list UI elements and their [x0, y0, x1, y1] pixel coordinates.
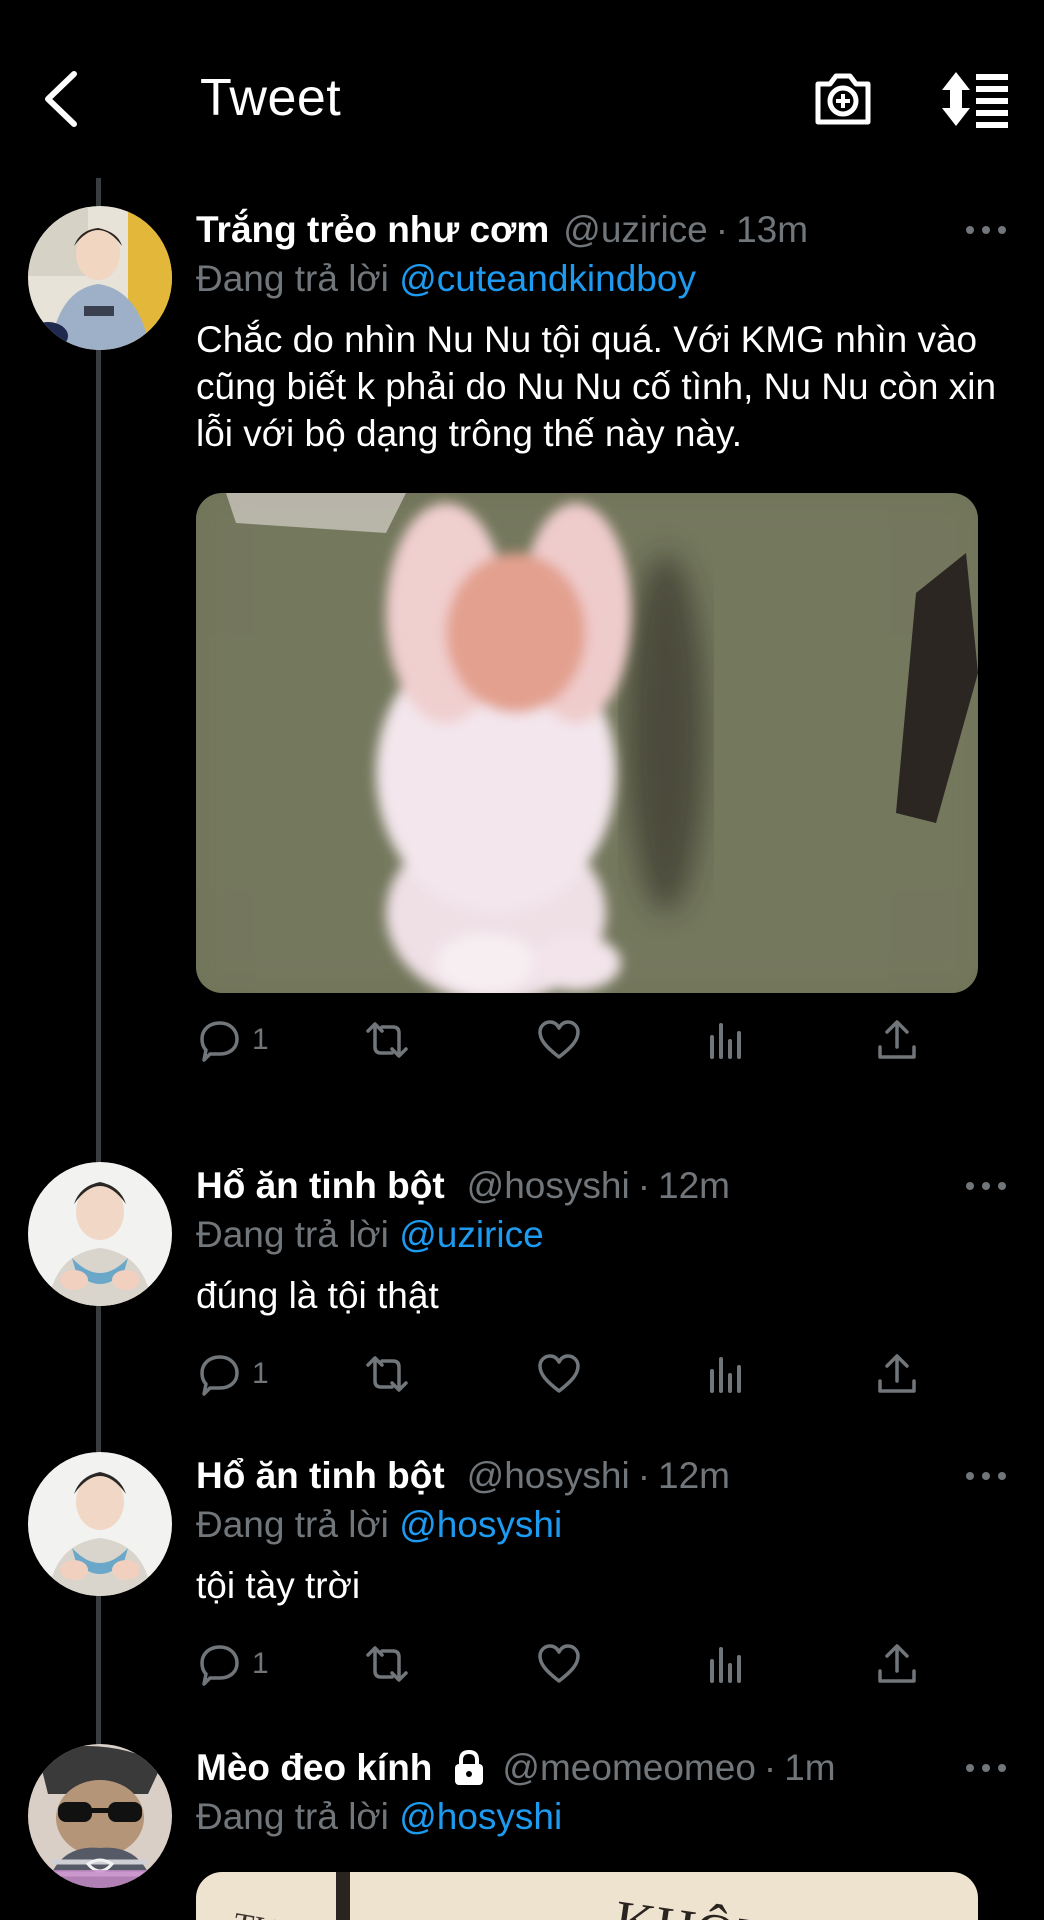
- more-icon: [966, 226, 1006, 234]
- share-icon: [878, 1354, 916, 1393]
- tweet-text: Chắc do nhìn Nu Nu tội quá. Với KMG nhìn…: [196, 319, 997, 454]
- tweet-text: tội tày trời: [196, 1565, 361, 1606]
- back-icon: [45, 71, 77, 127]
- views-button[interactable]: [704, 1347, 750, 1401]
- mention-link[interactable]: @hosyshi: [399, 1796, 562, 1837]
- top-bar: Tweet: [0, 0, 1044, 175]
- replying-to: Đang trả lời @uzirice: [196, 1210, 1006, 1260]
- like-icon: [538, 1644, 580, 1683]
- reply-count: 1: [252, 1357, 269, 1390]
- views-icon: [710, 1023, 741, 1059]
- tweet-text: đúng là tội thật: [196, 1275, 439, 1316]
- tweet-image[interactable]: KHÔNG TICH: [196, 1872, 978, 1920]
- tweet-actions: 1: [196, 1637, 1006, 1697]
- reply-button[interactable]: 1: [196, 1013, 269, 1067]
- like-icon: [538, 1020, 580, 1059]
- like-button[interactable]: [536, 1013, 582, 1067]
- camera-plus-icon: [815, 73, 871, 125]
- like-button[interactable]: [536, 1347, 582, 1401]
- reply-icon: [200, 1645, 239, 1686]
- timestamp: 1m: [784, 1747, 836, 1788]
- avatar[interactable]: [28, 1744, 172, 1888]
- display-name[interactable]: Mèo đeo kính: [196, 1744, 432, 1792]
- display-name[interactable]: Trắng trẻo như cơm: [196, 206, 549, 254]
- tweet-meta: Hổ ăn tinh bột @hosyshi · 12m: [196, 1162, 1006, 1210]
- views-button[interactable]: [704, 1637, 750, 1691]
- retweet-button[interactable]: [364, 1013, 410, 1067]
- views-icon: [710, 1357, 741, 1393]
- retweet-button[interactable]: [364, 1347, 410, 1401]
- user-handle[interactable]: @uzirice: [563, 206, 707, 254]
- more-button[interactable]: [964, 220, 1008, 240]
- avatar[interactable]: [28, 1162, 172, 1306]
- sort-button[interactable]: [940, 68, 1010, 130]
- avatar[interactable]: [28, 206, 172, 350]
- more-icon: [966, 1182, 1006, 1190]
- reply-icon: [200, 1021, 239, 1062]
- camera-button[interactable]: [812, 68, 874, 130]
- tweet-meta: Mèo đeo kính @meomeomeo · 1m: [196, 1744, 1006, 1792]
- timestamp: 12m: [658, 1165, 730, 1206]
- retweet-icon: [366, 1646, 408, 1682]
- display-name[interactable]: Hổ ăn tinh bột: [196, 1162, 445, 1210]
- user-handle[interactable]: @hosyshi: [467, 1162, 630, 1210]
- retweet-button[interactable]: [364, 1637, 410, 1691]
- tweet-image[interactable]: [196, 493, 978, 993]
- timestamp: 13m: [736, 209, 809, 250]
- tweet-actions: 1: [196, 1013, 1006, 1073]
- more-button[interactable]: [964, 1466, 1008, 1486]
- separator-dot: ·: [763, 1747, 777, 1788]
- reply-icon: [200, 1355, 239, 1396]
- reply-prefix: Đang trả lời: [196, 1796, 389, 1837]
- separator-dot: ·: [637, 1165, 651, 1206]
- retweet-icon: [366, 1356, 408, 1392]
- share-icon: [878, 1644, 916, 1683]
- share-button[interactable]: [874, 1347, 920, 1401]
- mention-link[interactable]: @cuteandkindboy: [399, 258, 696, 299]
- share-icon: [878, 1020, 916, 1059]
- share-button[interactable]: [874, 1013, 920, 1067]
- reply-prefix: Đang trả lời: [196, 1504, 389, 1545]
- mention-link[interactable]: @hosyshi: [399, 1504, 562, 1545]
- lock-icon: [455, 1749, 484, 1785]
- reply-prefix: Đang trả lời: [196, 258, 389, 299]
- user-handle[interactable]: @meomeomeo: [502, 1744, 756, 1792]
- replying-to: Đang trả lời @cuteandkindboy: [196, 254, 1006, 304]
- back-button[interactable]: [38, 68, 88, 130]
- share-button[interactable]: [874, 1637, 920, 1691]
- views-icon: [710, 1647, 741, 1683]
- more-button[interactable]: [964, 1758, 1008, 1778]
- user-handle[interactable]: @hosyshi: [467, 1452, 630, 1500]
- like-button[interactable]: [536, 1637, 582, 1691]
- more-icon: [966, 1764, 1006, 1772]
- separator-dot: ·: [637, 1455, 651, 1496]
- more-button[interactable]: [964, 1176, 1008, 1196]
- reply-button[interactable]: 1: [196, 1347, 269, 1401]
- reply-prefix: Đang trả lời: [196, 1214, 389, 1255]
- timestamp: 12m: [658, 1455, 730, 1496]
- replying-to: Đang trả lời @hosyshi: [196, 1792, 1006, 1842]
- display-name[interactable]: Hổ ăn tinh bột: [196, 1452, 445, 1500]
- reply-count: 1: [252, 1647, 269, 1680]
- tweet-meta: Trắng trẻo như cơm @uzirice · 13m: [196, 206, 1006, 254]
- separator-dot: ·: [715, 209, 729, 250]
- mention-link[interactable]: @uzirice: [399, 1214, 543, 1255]
- retweet-icon: [366, 1022, 408, 1058]
- reply-button[interactable]: 1: [196, 1637, 269, 1691]
- more-icon: [966, 1472, 1006, 1480]
- replying-to: Đang trả lời @hosyshi: [196, 1500, 1006, 1550]
- tweet-actions: 1: [196, 1347, 1006, 1407]
- sort-icon: [942, 72, 1008, 128]
- like-icon: [538, 1354, 580, 1393]
- avatar[interactable]: [28, 1452, 172, 1596]
- reply-count: 1: [252, 1023, 269, 1056]
- tweet-meta: Hổ ăn tinh bột @hosyshi · 12m: [196, 1452, 1006, 1500]
- page-title: Tweet: [200, 69, 342, 127]
- views-button[interactable]: [704, 1013, 750, 1067]
